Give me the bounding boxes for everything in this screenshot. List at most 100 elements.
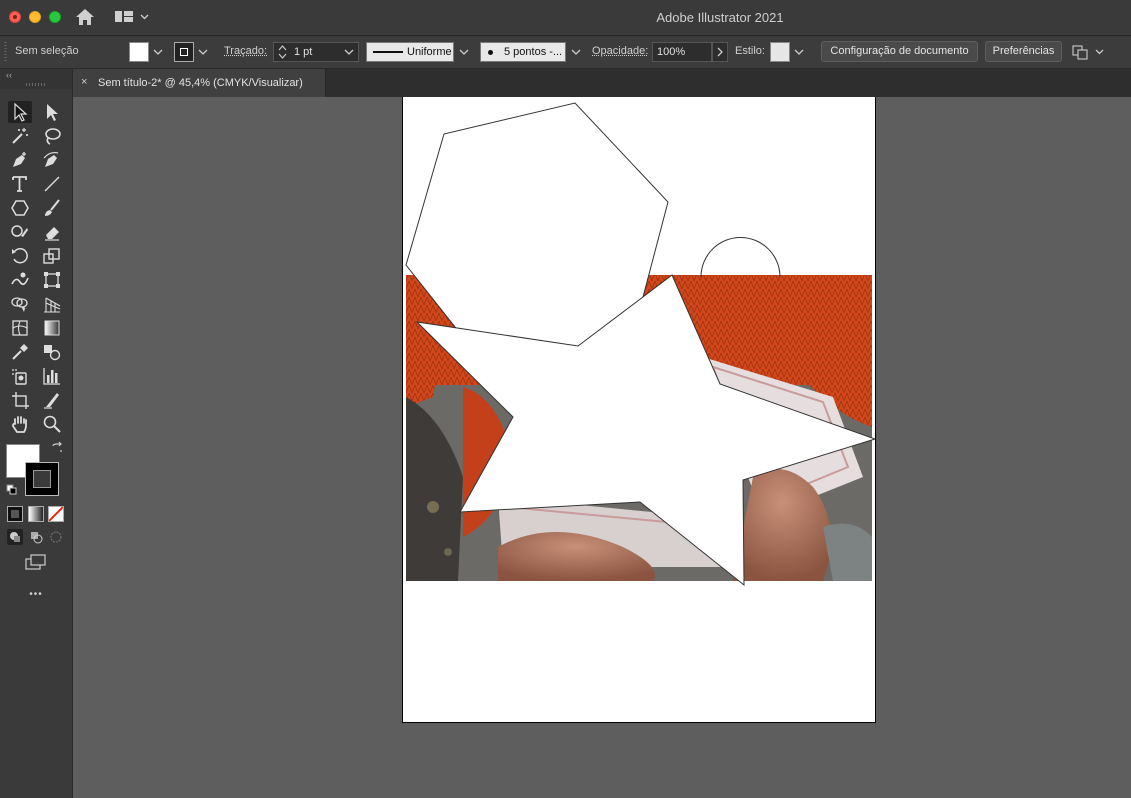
- app-title: Adobe Illustrator 2021: [656, 10, 784, 25]
- scale-tool[interactable]: [40, 245, 64, 267]
- selection-tool-icon: [14, 102, 28, 122]
- chevron-down-icon: [198, 49, 208, 55]
- stepper-icon[interactable]: [278, 45, 287, 59]
- stroke-color-box[interactable]: [25, 462, 59, 496]
- rotate-tool[interactable]: [8, 245, 32, 267]
- control-bar-grip[interactable]: [4, 42, 7, 62]
- gradient-tool[interactable]: [40, 317, 64, 339]
- shape-builder-tool[interactable]: [8, 293, 32, 315]
- swap-fill-stroke-button[interactable]: [50, 441, 64, 455]
- stroke-swatch[interactable]: [174, 42, 194, 62]
- direct-selection-tool[interactable]: [40, 101, 64, 123]
- shaper-tool[interactable]: [8, 221, 32, 243]
- column-graph-tool[interactable]: [40, 365, 64, 387]
- stroke-weight-field[interactable]: 1 pt: [273, 42, 359, 62]
- opacity-field[interactable]: 100%: [652, 42, 712, 62]
- artwork: [405, 102, 875, 587]
- stroke-dropdown[interactable]: [196, 42, 210, 62]
- control-bar: Sem seleção Traçado: 1 pt Uniforme 5 pon…: [0, 36, 1131, 69]
- graphic-style-dropdown[interactable]: [792, 42, 806, 62]
- default-colors-icon: [6, 484, 17, 495]
- fill-dropdown[interactable]: [151, 42, 165, 62]
- symbol-sprayer-tool-icon: [12, 369, 27, 385]
- paintbrush-tool[interactable]: [40, 197, 64, 219]
- type-tool-icon: [12, 176, 27, 192]
- symbol-sprayer-tool[interactable]: [8, 365, 32, 387]
- shaper-tool-icon: [11, 225, 28, 237]
- paintbrush-tool-icon: [45, 199, 60, 216]
- artboard[interactable]: [402, 97, 876, 723]
- eyedropper-tool[interactable]: [8, 341, 32, 363]
- line-segment-tool[interactable]: [40, 173, 64, 195]
- chevron-right-icon: [717, 47, 723, 57]
- preferences-button[interactable]: Preferências: [985, 41, 1062, 62]
- curvature-tool-icon: [43, 151, 59, 167]
- draw-inside-button[interactable]: [48, 529, 64, 545]
- selection-tool[interactable]: [8, 101, 32, 123]
- window-close-button[interactable]: [9, 11, 21, 23]
- tools-panel-grip[interactable]: [26, 83, 46, 86]
- lasso-tool[interactable]: [40, 125, 64, 147]
- eyedropper-tool-icon: [12, 344, 28, 360]
- gradient-tool-icon: [44, 320, 60, 336]
- chevron-down-icon: [459, 49, 469, 55]
- type-tool[interactable]: [8, 173, 32, 195]
- blend-tool[interactable]: [40, 341, 64, 363]
- slice-tool-icon: [44, 393, 59, 409]
- screen-mode-icon: [25, 554, 46, 570]
- circle-shape[interactable]: [700, 237, 781, 278]
- free-transform-tool[interactable]: [40, 269, 64, 291]
- stroke-profile-field[interactable]: Uniforme: [366, 42, 454, 62]
- draw-behind-button[interactable]: [28, 529, 44, 545]
- shape-builder-tool-icon: [11, 297, 28, 312]
- magic-wand-tool[interactable]: [8, 125, 32, 147]
- default-colors-button[interactable]: [6, 484, 18, 496]
- screen-mode-button[interactable]: [24, 553, 48, 571]
- window-minimize-button[interactable]: [29, 11, 41, 23]
- artboard-tool[interactable]: [8, 389, 32, 411]
- none-icon: [49, 507, 63, 521]
- curvature-tool[interactable]: [40, 149, 64, 171]
- polygon-tool-icon: [11, 200, 29, 216]
- brush-dropdown[interactable]: [569, 42, 583, 62]
- home-icon: [76, 9, 94, 25]
- pen-tool-icon: [13, 152, 26, 167]
- gradient-mode-button[interactable]: [28, 506, 44, 522]
- pen-tool[interactable]: [8, 149, 32, 171]
- polygon-tool[interactable]: [8, 197, 32, 219]
- mesh-tool[interactable]: [8, 317, 32, 339]
- perspective-grid-tool[interactable]: [40, 293, 64, 315]
- opacity-expand-button[interactable]: [712, 42, 728, 62]
- edit-toolbar-button[interactable]: •••: [26, 589, 46, 600]
- document-tab[interactable]: × Sem título-2* @ 45,4% (CMYK/Visualizar…: [73, 69, 326, 97]
- opacity-label[interactable]: Opacidade:: [592, 45, 648, 57]
- warp-tool[interactable]: [8, 269, 32, 291]
- canvas-area[interactable]: [73, 97, 1131, 798]
- fill-swatch[interactable]: [129, 42, 149, 62]
- eraser-tool[interactable]: [40, 221, 64, 243]
- stroke-profile-dropdown[interactable]: [457, 42, 471, 62]
- close-tab-icon[interactable]: ×: [81, 76, 87, 88]
- blend-tool-icon: [44, 345, 61, 361]
- none-mode-button[interactable]: [48, 506, 64, 522]
- chevron-down-icon[interactable]: [344, 49, 354, 55]
- home-button[interactable]: [75, 8, 95, 26]
- brush-definition-field[interactable]: 5 pontos -...: [480, 42, 566, 62]
- slice-tool[interactable]: [40, 389, 64, 411]
- document-setup-button[interactable]: Configuração de documento: [821, 41, 978, 62]
- arrange-documents-button[interactable]: [114, 9, 150, 25]
- scale-tool-icon: [43, 248, 60, 264]
- hand-tool[interactable]: [8, 413, 32, 435]
- tools-panel-header[interactable]: ‹‹: [0, 69, 72, 89]
- line-segment-tool-icon: [44, 176, 60, 192]
- arrange-icons-button[interactable]: [1071, 43, 1105, 61]
- graphic-style-swatch[interactable]: [770, 42, 790, 62]
- draw-normal-button[interactable]: [7, 529, 23, 545]
- window-zoom-button[interactable]: [49, 11, 61, 23]
- stroke-profile-value: Uniforme: [407, 46, 452, 58]
- stroke-label[interactable]: Traçado:: [224, 45, 267, 57]
- swap-arrow-icon: [52, 441, 62, 452]
- zoom-tool[interactable]: [40, 413, 64, 435]
- collapse-panel-icon[interactable]: ‹‹: [6, 70, 12, 80]
- color-mode-button[interactable]: [7, 506, 23, 522]
